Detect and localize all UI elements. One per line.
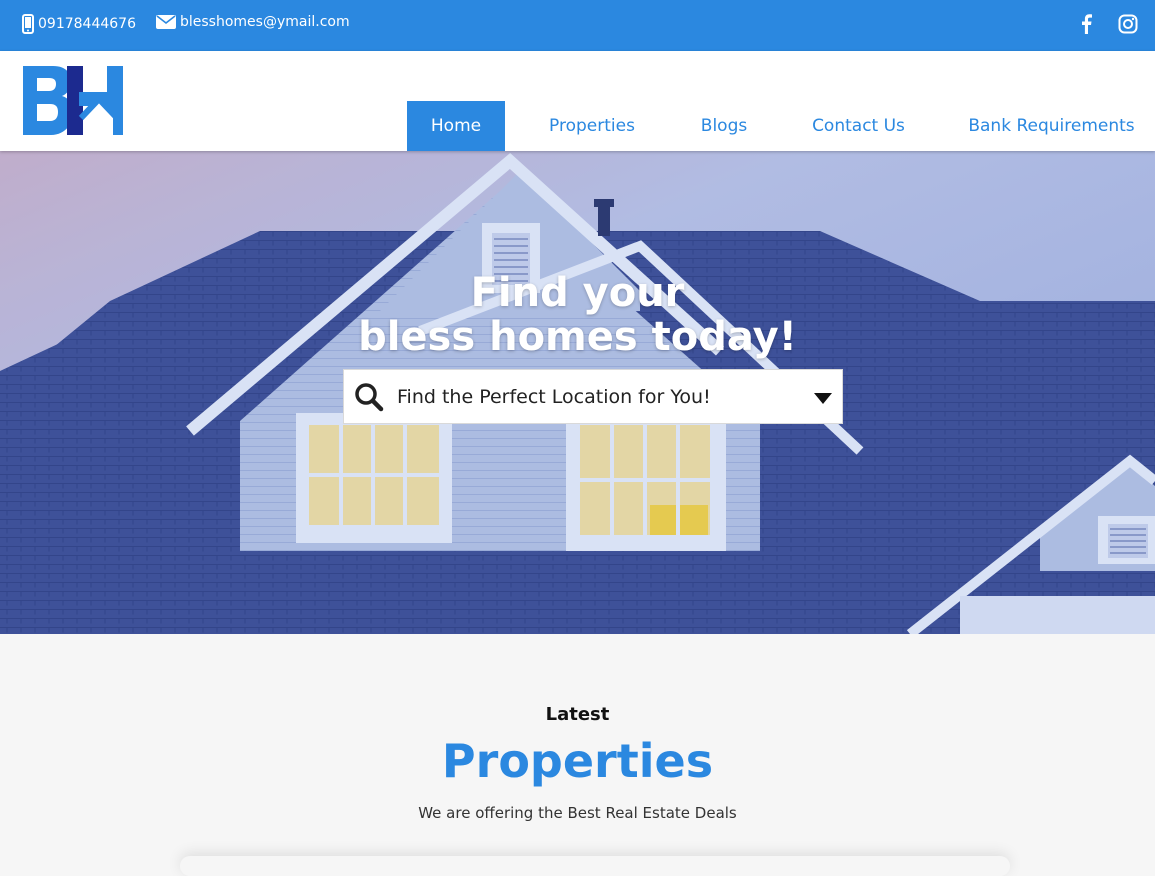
phone-contact[interactable]: 09178444676 [22, 14, 136, 34]
hero-banner: Find your bless homes today! Find the Pe… [0, 151, 1155, 634]
mobile-phone-icon [22, 14, 34, 34]
main-navigation: Home Properties Blogs Contact Us Bank Re… [407, 101, 1155, 151]
caret-down-icon[interactable] [814, 390, 832, 404]
search-placeholder: Find the Perfect Location for You! [397, 386, 711, 408]
instagram-icon[interactable] [1117, 13, 1139, 35]
section-subtitle: We are offering the Best Real Estate Dea… [418, 804, 737, 822]
email-address: blesshomes@ymail.com [180, 14, 350, 30]
top-contact-bar: 09178444676 blesshomes@ymail.com [0, 0, 1155, 51]
property-card-edge [180, 856, 1010, 876]
hero-headline-line2: bless homes today! [358, 314, 797, 360]
envelope-icon [156, 14, 176, 30]
nav-contact-us[interactable]: Contact Us [769, 101, 948, 151]
latest-properties-section: Latest Properties We are offering the Be… [0, 634, 1155, 876]
email-contact[interactable]: blesshomes@ymail.com [156, 14, 350, 30]
location-search-dropdown[interactable]: Find the Perfect Location for You! [343, 369, 843, 424]
phone-number: 09178444676 [38, 16, 136, 32]
brand-logo[interactable] [23, 66, 123, 135]
nav-home[interactable]: Home [407, 101, 505, 151]
section-title: Properties [441, 734, 714, 788]
site-header: Home Properties Blogs Contact Us Bank Re… [0, 51, 1155, 151]
nav-blogs[interactable]: Blogs [679, 101, 769, 151]
nav-properties[interactable]: Properties [505, 101, 679, 151]
section-kicker: Latest [545, 704, 610, 725]
facebook-icon[interactable] [1075, 13, 1097, 35]
hero-headline-line1: Find your [470, 270, 685, 316]
search-icon [354, 382, 384, 412]
nav-bank-requirements[interactable]: Bank Requirements [948, 101, 1155, 151]
